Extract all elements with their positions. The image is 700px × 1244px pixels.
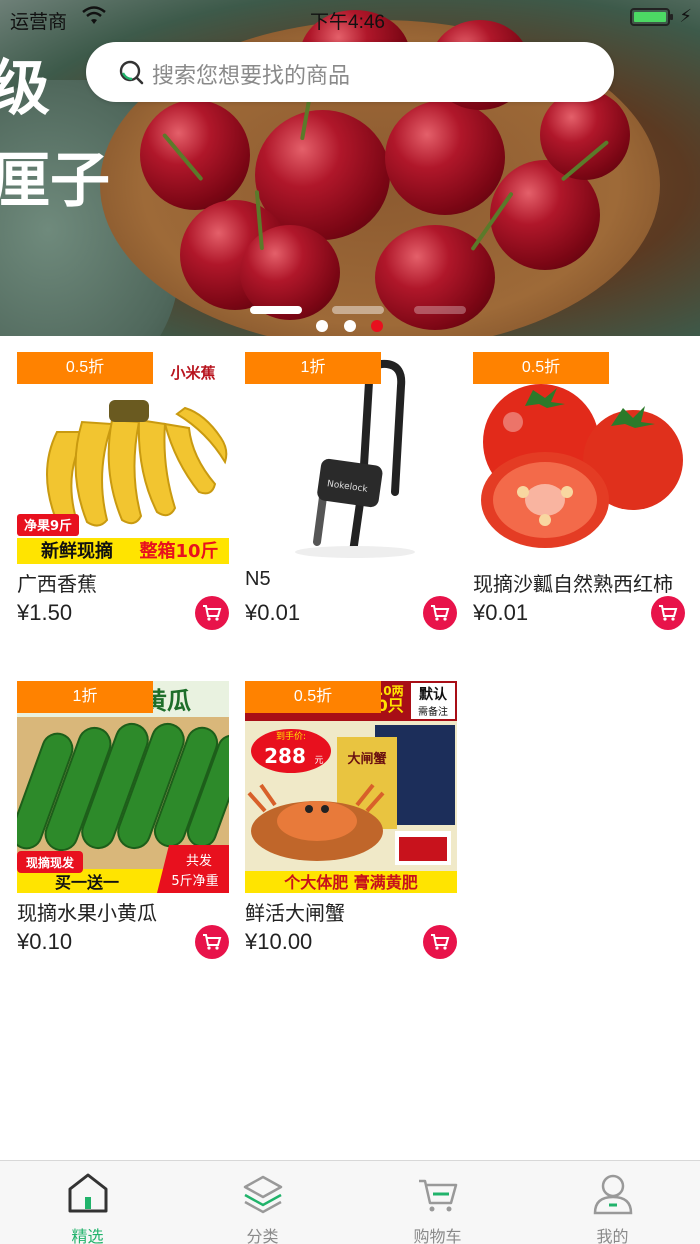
product-price: ¥10.00 [245, 929, 313, 954]
add-to-cart-button[interactable] [651, 596, 685, 630]
battery-icon [630, 8, 673, 26]
tab-cart[interactable]: 购物车 [350, 1161, 525, 1244]
image-caption-text: 共发 [186, 853, 212, 869]
carousel-dot[interactable] [344, 320, 356, 332]
image-corner-text: 需备注 [418, 705, 448, 718]
tab-category[interactable]: 分类 [175, 1161, 350, 1244]
image-corner-text: 默认 [419, 686, 448, 703]
banner-progress-segment [332, 306, 384, 314]
product-card[interactable]: 0.5折 现摘沙瓤自然熟西红柿 ¥0.01 [473, 352, 685, 630]
product-name[interactable]: N5 [245, 568, 271, 591]
cherry-image [140, 100, 250, 210]
product-name[interactable]: 现摘沙瓤自然熟西红柿 [473, 568, 673, 597]
image-price-label: 到手价: [276, 730, 306, 742]
cherry-image [385, 100, 505, 215]
cart-icon [431, 934, 450, 950]
carousel-dot[interactable] [316, 320, 328, 332]
tab-label: 购物车 [413, 1229, 462, 1244]
cart-icon [659, 605, 678, 621]
product-card[interactable]: 净果9斤 新鲜现摘 整箱10斤 小米蕉 0.5折 广西香蕉 ¥1.50 [17, 352, 229, 630]
add-to-cart-button[interactable] [423, 596, 457, 630]
tab-featured[interactable]: 精选 [0, 1161, 175, 1244]
product-image[interactable]: 0.5折 [473, 352, 685, 564]
search-placeholder: 搜索您想要找的商品 [152, 63, 351, 88]
status-bar: 运营商 下午4:46 ⚡ [0, 0, 700, 36]
product-name[interactable]: 鲜活大闸蟹 [245, 897, 345, 926]
cart-icon [431, 605, 450, 621]
image-caption-text: 个大体肥 膏满黄肥 [283, 873, 418, 892]
image-price-unit: 元 [314, 756, 323, 766]
product-price: ¥1.50 [17, 600, 73, 625]
add-to-cart-button[interactable] [195, 925, 229, 959]
layers-icon [242, 1171, 284, 1215]
search-icon [118, 59, 144, 85]
bottom-tab-bar: 精选 分类 购物车 我的 [0, 1160, 700, 1244]
product-price: ¥0.10 [17, 929, 73, 954]
image-caption-text: 5斤净重 [171, 873, 218, 889]
product-image[interactable]: 黄瓜 现摘现发 买一送一 共发 5斤净重 1折 [17, 681, 229, 893]
tab-profile[interactable]: 我的 [525, 1161, 700, 1244]
status-time: 下午4:46 [310, 12, 385, 33]
image-caption-text: 整箱10斤 [138, 540, 218, 562]
tab-label: 分类 [246, 1229, 279, 1244]
banner-progress-segment [414, 306, 466, 314]
cart-icon [203, 934, 222, 950]
image-badge-text: 现摘现发 [26, 855, 75, 870]
image-caption-text: 新鲜现摘 [41, 540, 113, 562]
product-card[interactable]: Nokelock 1折 N5 ¥0.01 [245, 352, 457, 630]
banner-text-line1: 级 [0, 54, 50, 124]
product-image[interactable]: 净果9斤 新鲜现摘 整箱10斤 小米蕉 0.5折 [17, 352, 229, 564]
product-image[interactable]: Nokelock 1折 [245, 352, 457, 564]
search-bar[interactable]: 搜索您想要找的商品 [86, 42, 614, 102]
add-to-cart-button[interactable] [195, 596, 229, 630]
tab-label: 精选 [71, 1229, 104, 1244]
discount-tag: 0.5折 [17, 352, 153, 384]
carrier-label: 运营商 [10, 12, 68, 33]
image-badge-text: 净果9斤 [24, 518, 72, 534]
charging-icon: ⚡ [679, 6, 692, 26]
banner-progress-segment [250, 306, 302, 314]
cart-icon [417, 1171, 459, 1215]
discount-tag: 0.5折 [473, 352, 609, 384]
product-card[interactable]: 黄瓜 现摘现发 买一送一 共发 5斤净重 1折 现摘水果小黄瓜 ¥0.10 [17, 681, 229, 959]
home-icon [67, 1171, 109, 1215]
discount-tag: 1折 [245, 352, 381, 384]
image-caption-text: 买一送一 [55, 873, 119, 892]
tab-label: 我的 [596, 1229, 629, 1244]
product-name[interactable]: 现摘水果小黄瓜 [17, 897, 157, 926]
banner-text-line2: 厘子 [0, 146, 110, 216]
banner-progress [250, 306, 470, 316]
product-card[interactable]: 全母4.4-4.0两10只 4.0两 默认 需备注 大闸蟹 到手价: 288 元… [245, 681, 457, 959]
product-price: ¥0.01 [245, 600, 301, 625]
product-image[interactable]: 全母4.4-4.0两10只 4.0两 默认 需备注 大闸蟹 到手价: 288 元… [245, 681, 457, 893]
image-price-text: 288 [264, 744, 306, 768]
wifi-icon [82, 6, 106, 32]
discount-tag: 1折 [17, 681, 153, 713]
product-price: ¥0.01 [473, 600, 529, 625]
cart-icon [203, 605, 222, 621]
image-box-text: 大闸蟹 [347, 751, 386, 767]
product-name[interactable]: 广西香蕉 [17, 568, 97, 597]
discount-tag: 0.5折 [245, 681, 381, 713]
carousel-dot-active[interactable] [371, 320, 383, 332]
cherry-image [540, 90, 630, 180]
add-to-cart-button[interactable] [423, 925, 457, 959]
image-title-text: 小米蕉 [170, 364, 215, 382]
user-icon [592, 1171, 634, 1215]
